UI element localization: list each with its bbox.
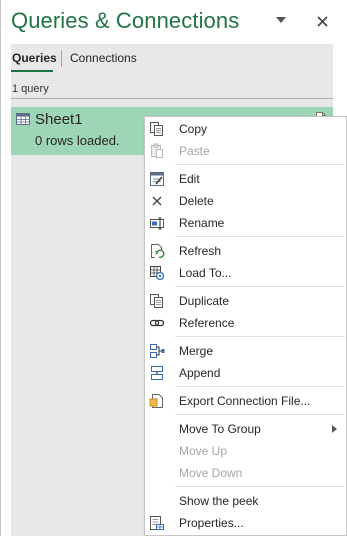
menu-label: Properties...: [179, 516, 244, 530]
menu-item-append[interactable]: Append: [146, 362, 346, 384]
submenu-arrow-icon: [332, 425, 337, 433]
rename-icon: [150, 217, 164, 230]
menu-item-reference[interactable]: Reference: [146, 312, 346, 334]
menu-separator: [175, 286, 345, 287]
query-name: Sheet1: [35, 111, 83, 128]
active-tab-indicator: [11, 70, 53, 72]
menu-separator: [175, 386, 345, 387]
close-pane-button[interactable]: [311, 10, 333, 32]
menu-item-paste[interactable]: Paste: [146, 140, 346, 162]
menu-item-refresh[interactable]: Refresh: [146, 240, 346, 262]
menu-label: Rename: [179, 216, 225, 230]
duplicate-icon: [150, 294, 163, 308]
menu-item-properties[interactable]: Properties...: [146, 512, 346, 534]
load-to-icon: [150, 266, 165, 281]
table-icon: [16, 113, 30, 125]
menu-label: Merge: [179, 344, 214, 358]
query-status: 0 rows loaded.: [35, 133, 120, 148]
copy-icon: [150, 122, 163, 136]
tab-strip: Queries Connections: [11, 44, 333, 72]
menu-item-copy[interactable]: Copy: [146, 118, 346, 140]
menu-label: Export Connection File...: [179, 394, 311, 408]
menu-item-merge[interactable]: Merge: [146, 340, 346, 362]
menu-item-load-to[interactable]: Load To...: [146, 262, 346, 284]
menu-label: Move Down: [179, 466, 243, 480]
link-icon: [149, 319, 165, 327]
menu-label: Delete: [179, 194, 214, 208]
query-count: 1 query: [12, 83, 49, 95]
menu-separator: [175, 164, 345, 165]
menu-separator: [175, 236, 345, 237]
menu-separator: [175, 336, 345, 337]
menu-label: Refresh: [179, 244, 222, 258]
menu-item-edit[interactable]: Edit: [146, 168, 346, 190]
menu-label: Load To...: [179, 266, 232, 280]
pane-options-button[interactable]: [271, 10, 291, 30]
menu-label: Move To Group: [179, 422, 261, 436]
menu-label: Reference: [179, 316, 235, 330]
menu-label: Edit: [179, 172, 200, 186]
tab-connections[interactable]: Connections: [70, 51, 137, 65]
delete-icon: [152, 196, 162, 206]
properties-icon: [150, 516, 164, 530]
append-icon: [151, 366, 163, 380]
export-file-icon: [149, 394, 163, 408]
edit-query-icon: [150, 172, 164, 186]
menu-label: Duplicate: [179, 294, 230, 308]
close-icon: [316, 15, 328, 27]
menu-separator: [175, 414, 345, 415]
menu-item-move-up[interactable]: Move Up: [146, 440, 346, 462]
menu-label: Append: [179, 366, 221, 380]
menu-label: Copy: [179, 122, 208, 136]
caret-down-icon: [276, 17, 286, 23]
menu-item-export-connection-file[interactable]: Export Connection File...: [146, 390, 346, 412]
menu-item-show-peek[interactable]: Show the peek: [146, 490, 346, 512]
menu-label: Show the peek: [179, 494, 259, 508]
menu-item-move-down[interactable]: Move Down: [146, 462, 346, 484]
menu-label: Move Up: [179, 444, 228, 458]
paste-icon: [151, 143, 163, 158]
menu-item-duplicate[interactable]: Duplicate: [146, 290, 346, 312]
menu-item-move-to-group[interactable]: Move To Group: [146, 418, 346, 440]
menu-separator: [175, 486, 345, 487]
refresh-icon: [151, 244, 165, 258]
menu-label: Paste: [179, 144, 210, 158]
merge-icon: [150, 344, 165, 358]
tab-queries[interactable]: Queries: [12, 51, 57, 65]
menu-item-delete[interactable]: Delete: [146, 190, 346, 212]
tab-divider: [61, 50, 62, 67]
pane-title: Queries & Connections: [11, 8, 240, 33]
menu-item-rename[interactable]: Rename: [146, 212, 346, 234]
divider: [11, 98, 333, 99]
context-menu: Copy Paste Edit Delete Rename Refresh Lo…: [144, 116, 347, 536]
